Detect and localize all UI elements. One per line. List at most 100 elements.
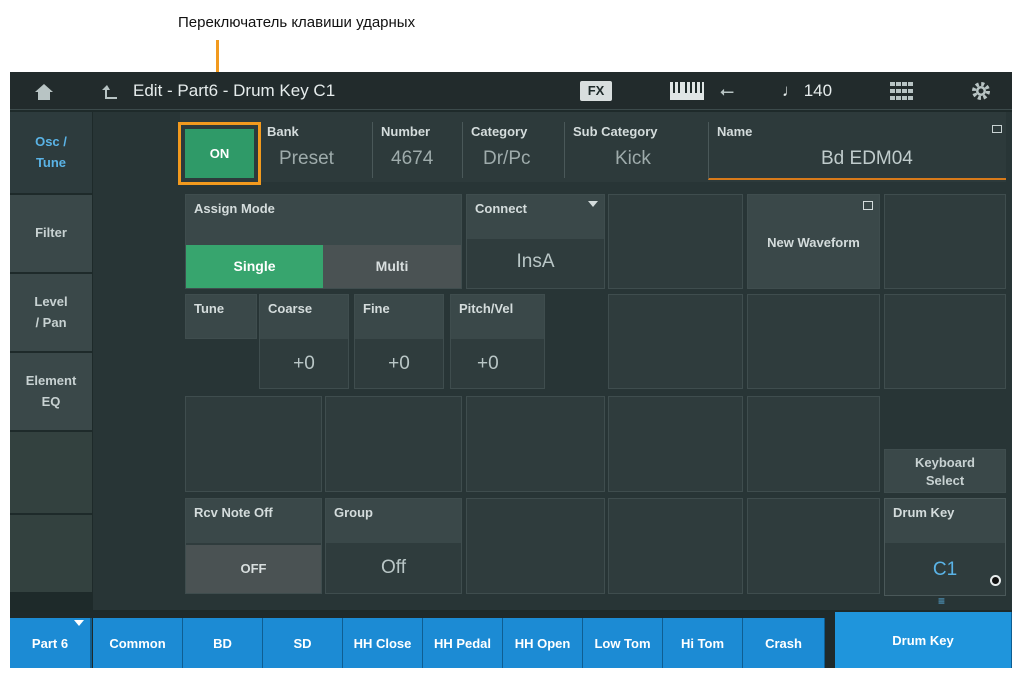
new-waveform-button[interactable]: New Waveform <box>747 194 880 289</box>
back-arrow-icon[interactable] <box>96 72 124 110</box>
connect-field[interactable]: Connect InsA <box>466 194 605 289</box>
coarse-field[interactable]: Coarse +0 <box>259 294 349 389</box>
tab-low-tom[interactable]: Low Tom <box>583 618 663 668</box>
sidebar-item-label: Osc / <box>35 134 67 150</box>
tab-hi-tom[interactable]: Hi Tom <box>663 618 743 668</box>
empty-cell <box>884 194 1006 289</box>
fine-label: Fine <box>363 301 390 316</box>
sidebar-item-label: Element <box>25 373 77 389</box>
sub-category-label: Sub Category <box>573 124 658 139</box>
drum-key-label: Drum Key <box>893 505 955 520</box>
empty-cell <box>325 396 462 492</box>
assign-mode-label: Assign Mode <box>194 201 275 216</box>
usb-icon: ⭠ <box>719 81 735 101</box>
gear-icon[interactable] <box>970 80 992 102</box>
group-value: Off <box>381 557 406 578</box>
keyboard-select-line2: Select <box>925 473 965 489</box>
empty-cell <box>747 396 880 492</box>
connect-label: Connect <box>475 201 527 216</box>
bank-field[interactable]: Bank Preset <box>265 122 375 178</box>
sidebar-item-filter[interactable]: Filter <box>10 195 92 273</box>
fx-button[interactable]: FX <box>580 81 612 101</box>
number-value: 4674 <box>391 148 434 169</box>
bank-label: Bank <box>267 124 299 139</box>
popup-icon <box>863 201 873 210</box>
coarse-value: +0 <box>293 353 315 374</box>
empty-cell <box>466 498 605 594</box>
fine-field[interactable]: Fine +0 <box>354 294 444 389</box>
empty-cell <box>608 194 743 289</box>
drum-key-value: C1 <box>932 559 958 580</box>
sidebar-item-label: Filter <box>35 225 67 241</box>
tab-label: Part 6 <box>31 635 69 651</box>
name-field[interactable]: Name Bd EDM04 <box>708 122 1006 180</box>
keyboard-icon[interactable] <box>670 82 704 100</box>
sidebar-item-osc-tune[interactable]: Osc / Tune <box>10 112 92 194</box>
number-label: Number <box>381 124 431 139</box>
drum-key-field[interactable]: Drum Key C1 <box>884 498 1006 596</box>
tab-label: Crash <box>765 635 802 651</box>
sidebar-item-element-eq[interactable]: Element EQ <box>10 353 92 431</box>
empty-cell <box>747 294 880 389</box>
tab-label: Drum Key <box>892 632 954 648</box>
edit-name-icon <box>992 125 1002 133</box>
pitch-vel-label: Pitch/Vel <box>459 301 514 316</box>
dropdown-arrow-icon <box>74 620 84 626</box>
rcv-note-off-field[interactable]: Rcv Note Off OFF <box>185 498 322 594</box>
name-value: Bd EDM04 <box>821 148 913 169</box>
assign-mode-multi-button[interactable]: Multi <box>323 245 461 288</box>
fine-value: +0 <box>388 353 410 374</box>
empty-cell <box>608 396 743 492</box>
assign-mode-single-button[interactable]: Single <box>186 245 323 288</box>
bottom-tab-bar: Part 6 Common BD SD HH Close HH Pedal HH… <box>10 612 1012 668</box>
tune-label: Tune <box>194 301 225 316</box>
empty-cell <box>466 396 605 492</box>
pitch-vel-field[interactable]: Pitch/Vel +0 <box>450 294 545 389</box>
scroll-down-icon[interactable]: ≡ <box>938 595 945 607</box>
tab-label: SD <box>293 635 312 651</box>
tab-hh-close[interactable]: HH Close <box>343 618 423 668</box>
sidebar-item-empty <box>10 432 92 514</box>
tab-sd[interactable]: SD <box>263 618 343 668</box>
sidebar-item-level-pan[interactable]: Level / Pan <box>10 274 92 352</box>
tab-crash[interactable]: Crash <box>743 618 825 668</box>
tune-label-cell: Tune <box>185 294 257 339</box>
empty-cell <box>884 294 1006 389</box>
tab-hh-open[interactable]: HH Open <box>503 618 583 668</box>
tab-hh-pedal[interactable]: HH Pedal <box>423 618 503 668</box>
sidebar-item-label: / Pan <box>35 314 67 330</box>
rcv-note-off-label: Rcv Note Off <box>194 505 273 520</box>
synth-screen: Edit - Part6 - Drum Key C1 FX ⭠ ♩ 140 Os… <box>10 72 1012 668</box>
sidebar-item-label: Level <box>34 294 68 310</box>
category-field[interactable]: Category Dr/Pc <box>462 122 564 178</box>
bank-value: Preset <box>279 148 334 169</box>
pitch-vel-value: +0 <box>477 353 499 374</box>
number-field[interactable]: Number 4674 <box>372 122 462 178</box>
tab-label: Low Tom <box>594 635 651 651</box>
tab-label: HH Pedal <box>433 635 492 651</box>
sub-category-field[interactable]: Sub Category Kick <box>564 122 708 178</box>
keyboard-select-line1: Keyboard <box>915 455 975 470</box>
tab-label: Hi Tom <box>680 635 725 651</box>
group-field[interactable]: Group Off <box>325 498 462 594</box>
tab-common[interactable]: Common <box>93 618 183 668</box>
tab-bd[interactable]: BD <box>183 618 263 668</box>
tab-drum-key[interactable]: Drum Key <box>835 612 1012 668</box>
empty-cell <box>608 498 743 594</box>
tab-label: HH Open <box>514 635 571 651</box>
sidebar-item-empty <box>10 515 92 593</box>
grid-icon[interactable] <box>890 82 914 100</box>
tempo-display[interactable]: ♩ 140 <box>782 72 832 110</box>
new-waveform-label: New Waveform <box>767 235 860 250</box>
home-icon[interactable] <box>30 72 58 110</box>
rcv-note-off-value[interactable]: OFF <box>186 545 321 593</box>
page-title: Edit - Part6 - Drum Key C1 <box>133 81 336 100</box>
top-bar: Edit - Part6 - Drum Key C1 FX ⭠ ♩ 140 <box>10 72 1012 110</box>
empty-cell <box>185 396 322 492</box>
name-label: Name <box>717 124 753 139</box>
tab-part[interactable]: Part 6 <box>10 618 92 668</box>
category-label: Category <box>471 124 528 139</box>
keyboard-select-button[interactable]: Keyboard Select <box>884 449 1006 493</box>
coarse-label: Coarse <box>268 301 313 316</box>
tab-label: Common <box>109 635 166 651</box>
